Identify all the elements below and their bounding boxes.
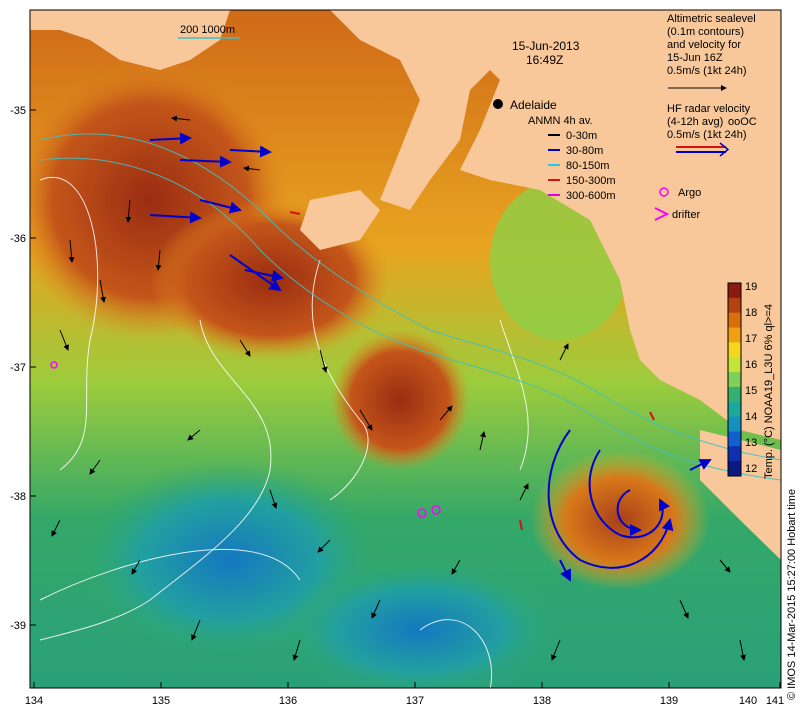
colorbar-segment <box>728 386 741 403</box>
colorbar-tick-label: 15 <box>745 385 757 397</box>
anmn-legend-label: 150-300m <box>566 175 616 187</box>
colorbar-segment <box>728 312 741 329</box>
radar-legend-line: HF radar velocity <box>667 103 751 115</box>
colorbar-segment <box>728 431 741 447</box>
x-tick-label: 134 <box>25 695 43 707</box>
map-time: 16:49Z <box>526 53 563 67</box>
x-tick-label: 136 <box>279 695 297 707</box>
anmn-legend-title: ANMN 4h av. <box>528 115 593 127</box>
anmn-legend-label: 0-30m <box>566 130 597 142</box>
y-tick-label: -35 <box>10 105 26 117</box>
colorbar-segment <box>728 342 741 358</box>
colorbar-title: Temp. (°C) NOAA19_L3U 6% ql>=4 <box>763 304 775 479</box>
city-label-adelaide: Adelaide <box>510 98 557 112</box>
adelaide-marker <box>493 99 503 109</box>
scale-label: 200 1000m <box>180 24 235 36</box>
x-tick-label: 138 <box>533 695 551 707</box>
warm-water-region <box>330 330 470 470</box>
altimetry-legend-line: and velocity for <box>667 39 741 51</box>
temperature-colorbar <box>728 283 741 477</box>
x-tick-label: 135 <box>152 695 170 707</box>
colorbar-segment <box>728 357 741 373</box>
colorbar-segment <box>728 416 741 432</box>
colorbar-tick-label: 14 <box>745 411 757 423</box>
map-date: 15-Jun-2013 <box>512 39 580 53</box>
y-tick-label: -36 <box>10 233 26 245</box>
colorbar-tick-label: 19 <box>745 281 757 293</box>
colorbar-segment <box>728 372 741 388</box>
anmn-legend-label: 80-150m <box>566 160 609 172</box>
colorbar-segment <box>728 283 741 299</box>
y-tick-label: -37 <box>10 362 26 374</box>
anmn-legend-label: 300-600m <box>566 190 616 202</box>
x-tick-label: 141 <box>766 695 784 707</box>
anmn-legend-label: 30-80m <box>566 145 603 157</box>
colorbar-segment <box>728 297 741 314</box>
radar-legend-line: ooOC <box>728 116 757 128</box>
altimetry-legend-line: 0.5m/s (1kt 24h) <box>667 65 746 77</box>
altimetry-legend-line: Altimetric sealevel <box>667 13 756 25</box>
colorbar-tick-label: 18 <box>745 307 757 319</box>
radar-legend-line: 0.5m/s (1kt 24h) <box>667 129 746 141</box>
colorbar-segment <box>728 446 741 462</box>
drifter-legend-label: drifter <box>672 209 700 221</box>
colorbar-segment <box>728 461 741 477</box>
colorbar-tick-label: 16 <box>745 359 757 371</box>
plot-area <box>30 10 781 688</box>
x-tick-label: 139 <box>660 695 678 707</box>
colorbar-segment <box>728 327 741 343</box>
y-tick-label: -38 <box>10 491 26 503</box>
altimetry-legend-line: (0.1m contours) <box>667 26 744 38</box>
colorbar-segment <box>728 401 741 418</box>
x-tick-label: 137 <box>406 695 424 707</box>
x-tick-label: 140 <box>739 695 757 707</box>
argo-legend-label: Argo <box>678 187 701 199</box>
radar-legend-line: (4-12h avg) <box>667 116 723 128</box>
y-tick-label: -39 <box>10 620 26 632</box>
sst-map: 134 135 136 137 138 139 140 141 -35 -36 … <box>10 9 798 707</box>
credit-line: © IMOS 14-Mar-2015 15:27:00 Hobart time <box>786 489 798 700</box>
colorbar-tick-label: 17 <box>745 333 757 345</box>
altimetry-legend-line: 15-Jun 16Z <box>667 52 723 64</box>
colorbar-tick-label: 13 <box>745 437 757 449</box>
colorbar-tick-label: 12 <box>745 463 757 475</box>
